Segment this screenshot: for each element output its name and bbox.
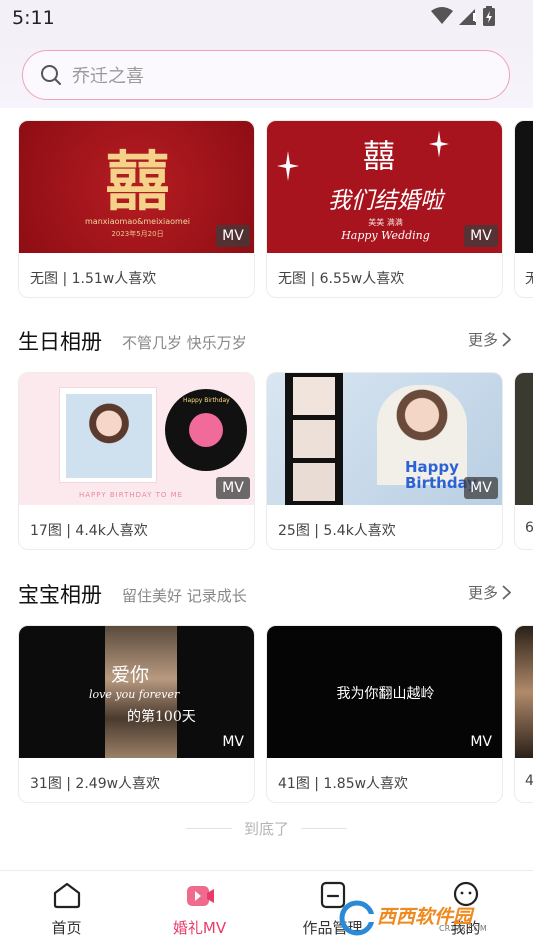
thumb-title: 囍 (105, 145, 170, 220)
video-play-icon (186, 886, 214, 906)
card-info: 31图 | 2.49w人喜欢 (30, 776, 161, 792)
thumb-script: 我们结婚啦 (328, 188, 443, 214)
status-time: 5:11 (12, 7, 55, 29)
photo (66, 394, 152, 478)
mv-badge: MV (222, 734, 244, 750)
section-title-baby: 宝宝相册 (18, 583, 102, 607)
card-thumbnail: 囍 我们结婚啦 美美 满满 Happy Wedding MV (267, 121, 502, 253)
divider (185, 827, 232, 829)
baby-card-3-partial[interactable]: 4 (514, 625, 533, 803)
wedding-card-3-partial[interactable]: 无 (514, 120, 533, 298)
mv-badge: MV (464, 477, 498, 499)
card-thumbnail (515, 121, 533, 253)
card-info: 41图 | 1.85w人喜欢 (278, 776, 409, 792)
wedding-card-2[interactable]: 囍 我们结婚啦 美美 满满 Happy Wedding MV 无图 | 6.55… (266, 120, 503, 298)
thumb-line1: 我为你翻山越岭 (336, 686, 435, 702)
watermark-url: CR173.COM (439, 924, 487, 933)
film-frame (293, 377, 335, 415)
thumb-caption: HAPPY BIRTHDAY TO ME (79, 491, 184, 499)
mv-badge: MV (216, 225, 250, 247)
section-subtitle-birthday: 不管几岁 快乐万岁 (122, 334, 247, 352)
watermark-logo-icon (339, 900, 375, 936)
section-title-birthday: 生日相册 (18, 330, 102, 354)
watermark: 西西软件园 CR173.COM (331, 898, 511, 938)
card-thumbnail: 囍 manxiaomao&meixiaomei 2023年5月20日 MV (19, 121, 254, 253)
disc-text: Happy Birthday (183, 397, 230, 404)
home-icon (53, 882, 80, 909)
record-disc: Happy Birthday (165, 389, 247, 471)
chevron-right-icon (502, 332, 511, 347)
mv-badge: MV (216, 477, 250, 499)
card-info: 无 (525, 268, 533, 288)
card-thumbnail: 我为你翻山越岭 MV (267, 626, 502, 758)
card-thumbnail (515, 373, 533, 505)
wifi-icon (431, 7, 453, 24)
more-label: 更多 (467, 584, 498, 602)
search-icon (41, 65, 61, 85)
status-bar: 5:11 (0, 0, 533, 38)
card-thumbnail: Happy Birthday MV (267, 373, 502, 505)
status-icons (431, 6, 495, 26)
battery-icon (483, 6, 495, 26)
chevron-right-icon (502, 585, 511, 600)
card-info: 25图 | 5.4k人喜欢 (278, 523, 396, 539)
card-info: 无图 | 1.51w人喜欢 (30, 271, 157, 287)
photo-frame (59, 387, 157, 483)
mv-badge: MV (470, 734, 492, 750)
card-thumbnail: Happy Birthday HAPPY BIRTHDAY TO ME MV (19, 373, 254, 505)
birthday-card-2[interactable]: Happy Birthday MV 25图 | 5.4k人喜欢 (266, 372, 503, 550)
sparkle-icon (429, 130, 449, 158)
card-thumbnail (515, 626, 533, 758)
tab-label: 婚礼MV (172, 919, 227, 937)
search-placeholder: 乔迁之喜 (72, 66, 144, 87)
tab-home[interactable]: 首页 (0, 871, 133, 948)
more-label: 更多 (467, 331, 498, 349)
film-frame (293, 463, 335, 501)
end-text: 到底了 (243, 819, 289, 838)
birthday-card-3-partial[interactable]: 6 (514, 372, 533, 550)
card-info: 6 (525, 520, 533, 536)
mv-badge: MV (464, 225, 498, 247)
thumb-line2: 的第100天 (127, 709, 196, 725)
thumb-title: 囍 (363, 137, 396, 175)
section-subtitle-baby: 留住美好 记录成长 (122, 587, 247, 605)
divider (301, 827, 347, 829)
card-info: 4 (525, 773, 533, 789)
card-info: 17图 | 4.4k人喜欢 (30, 523, 148, 539)
card-info: 无图 | 6.55w人喜欢 (278, 271, 405, 287)
thumb-script: love you forever (89, 688, 180, 701)
wedding-card-1[interactable]: 囍 manxiaomao&meixiaomei 2023年5月20日 MV 无图… (18, 120, 255, 298)
search-area: 乔迁之喜 (0, 38, 533, 108)
birthday-card-1[interactable]: Happy Birthday HAPPY BIRTHDAY TO ME MV 1… (18, 372, 255, 550)
more-link-birthday[interactable]: 更多 (468, 329, 511, 350)
film-strip (285, 373, 343, 505)
more-link-baby[interactable]: 更多 (468, 582, 511, 603)
sparkle-icon (277, 151, 299, 181)
tab-label: 首页 (51, 919, 82, 937)
film-frame (293, 420, 335, 458)
signal-icon (459, 9, 476, 25)
disc-label (189, 413, 223, 447)
card-thumbnail: 爱你 love you forever 的第100天 MV (19, 626, 254, 758)
baby-card-2[interactable]: 我为你翻山越岭 MV 41图 | 1.85w人喜欢 (266, 625, 503, 803)
end-of-list: 到底了 (0, 816, 533, 840)
baby-card-1[interactable]: 爱你 love you forever 的第100天 MV 31图 | 2.49… (18, 625, 255, 803)
tab-wedding-mv[interactable]: 婚礼MV (133, 871, 266, 948)
search-input[interactable]: 乔迁之喜 (22, 50, 510, 100)
thumb-line1: 爱你 (111, 664, 150, 686)
